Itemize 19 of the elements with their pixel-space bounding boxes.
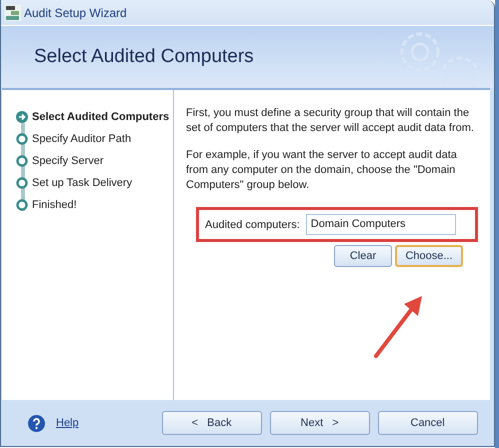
window-title: Audit Setup Wizard xyxy=(24,6,127,20)
help-icon[interactable] xyxy=(28,414,45,432)
step-label: Select Audited Computers xyxy=(32,111,170,123)
app-logo-icon xyxy=(5,4,21,20)
step-label: Specify Auditor Path xyxy=(32,133,132,145)
page-heading: Select Audited Computers xyxy=(34,46,254,68)
computers-field[interactable]: Domain Computers xyxy=(306,214,456,235)
cancel-button[interactable]: Cancel xyxy=(378,411,478,435)
instruction-text: For example, if you want the server to accept audit data from any computer on the domain, choose the "Domain Computers" group below. xyxy=(186,148,458,193)
step-label: Specify Server xyxy=(32,155,104,167)
field-label: Audited computers: xyxy=(205,218,300,230)
step-label: Set up Task Delivery xyxy=(32,177,132,189)
help-link[interactable]: Help xyxy=(56,417,79,429)
step-label: Finished! xyxy=(32,199,77,211)
instruction-text: First, you must define a security group that will contain the set of computers that the server will accept audit data from. xyxy=(186,106,475,136)
choose-button[interactable]: Choose... xyxy=(395,245,463,267)
back-button[interactable]: < Back xyxy=(162,411,262,435)
next-button[interactable]: Next > xyxy=(270,411,370,435)
clear-button[interactable]: Clear xyxy=(334,245,392,267)
